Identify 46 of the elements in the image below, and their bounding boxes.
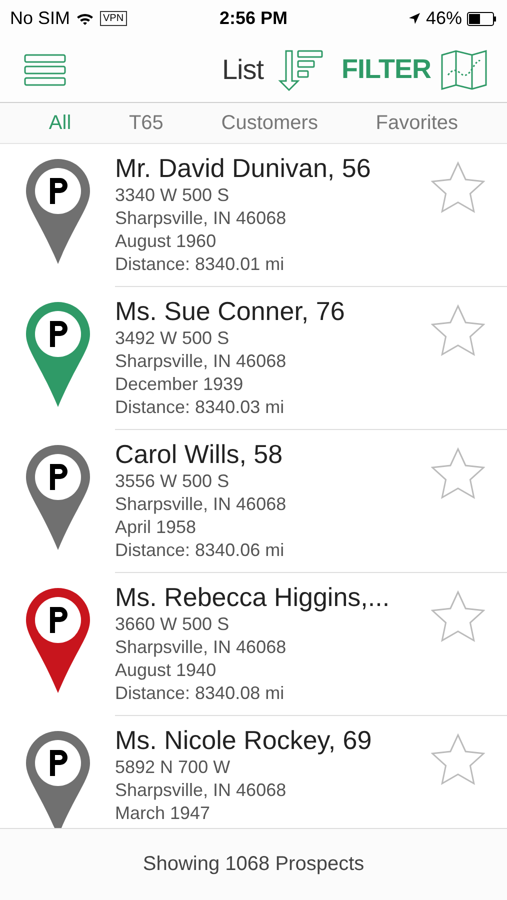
prospect-city: Sharpsville, IN 46068 xyxy=(115,779,288,802)
carrier: No SIM xyxy=(10,8,70,29)
prospect-name: Carol Wills, 58 xyxy=(115,438,284,470)
prospect-distance: Distance: 8340.08 mi xyxy=(115,682,286,705)
prospect-distance: Distance: 8340.01 mi xyxy=(115,253,286,276)
tab[interactable]: Customers xyxy=(221,112,318,134)
favorite-star-button[interactable] xyxy=(431,590,485,642)
prospect-name: Ms. Sue Conner, 76 xyxy=(115,295,346,327)
menu-button[interactable] xyxy=(24,54,66,86)
prospect-date: March 1947 xyxy=(115,802,212,825)
prospect-city: Sharpsville, IN 46068 xyxy=(115,207,288,230)
battery-percent: 46% xyxy=(426,8,462,29)
prospect-city: Sharpsville, IN 46068 xyxy=(115,636,288,659)
tab[interactable]: Favorites xyxy=(376,112,458,134)
prospect-address: 3340 W 500 S xyxy=(115,184,230,207)
page-title: List xyxy=(222,54,264,86)
filter-button[interactable]: FILTER xyxy=(342,54,431,85)
tab[interactable]: T65 xyxy=(128,112,164,134)
prospect-distance: Distance: 8340.03 mi xyxy=(115,396,286,419)
prospect-address: 3660 W 500 S xyxy=(115,613,230,636)
sort-button[interactable] xyxy=(278,48,326,90)
prospect-name: Ms. Rebecca Higgins,... xyxy=(115,581,391,613)
favorite-star-button[interactable] xyxy=(431,161,485,213)
prospect-distance: Distance: 8340.06 mi xyxy=(115,539,286,562)
prospect-date: April 1958 xyxy=(115,516,198,539)
vpn-badge: VPN xyxy=(100,11,127,26)
prospect-date: August 1940 xyxy=(115,659,218,682)
prospect-date: December 1939 xyxy=(115,373,244,396)
prospect-address: 3556 W 500 S xyxy=(115,470,230,493)
prospect-city: Sharpsville, IN 46068 xyxy=(115,493,288,516)
prospect-city: Sharpsville, IN 46068 xyxy=(115,350,288,373)
prospect-name: Ms. Nicole Rockey, 69 xyxy=(115,724,373,756)
clock: 2:56 PM xyxy=(219,8,288,28)
tab[interactable]: All xyxy=(48,112,72,134)
prospect-count: Showing 1068 Prospects xyxy=(142,853,364,876)
location-arrow-icon xyxy=(408,12,421,25)
prospect-address: 3492 W 500 S xyxy=(115,327,230,350)
favorite-star-button[interactable] xyxy=(431,447,485,499)
wifi-icon xyxy=(76,12,94,26)
favorite-star-button[interactable] xyxy=(431,304,485,356)
prospect-address: 5892 N 700 W xyxy=(115,756,232,779)
favorite-star-button[interactable] xyxy=(431,733,485,785)
map-button[interactable] xyxy=(441,50,487,90)
prospect-date: August 1960 xyxy=(115,230,218,253)
prospect-name: Mr. David Dunivan, 56 xyxy=(115,152,372,184)
battery-icon xyxy=(466,12,497,26)
